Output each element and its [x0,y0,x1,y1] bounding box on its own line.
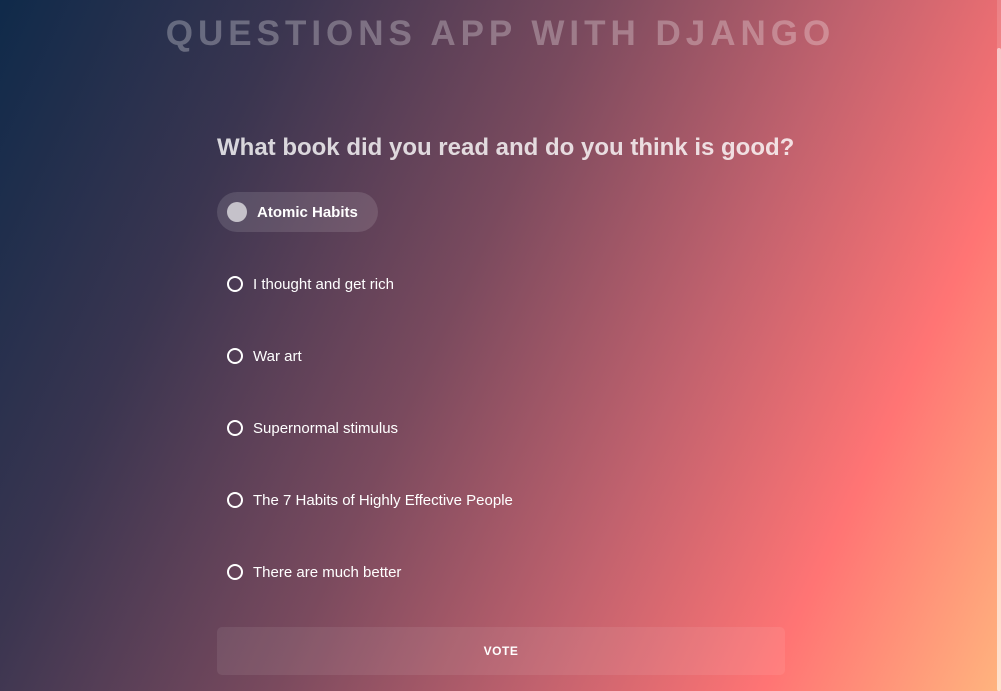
app-title: QUESTIONS APP WITH DJANGO [165,14,836,53]
vote-button[interactable]: VOTE [217,627,785,675]
choice-item-7-habits[interactable]: The 7 Habits of Highly Effective People [217,480,785,520]
choice-pill[interactable]: Atomic Habits [217,192,378,232]
choice-pill[interactable]: War art [217,336,322,376]
choice-pill[interactable]: The 7 Habits of Highly Effective People [217,480,533,520]
poll-card: What book did you read and do you think … [217,130,795,624]
choice-item-there-are-much-better[interactable]: There are much better [217,552,785,592]
choice-item-war-art[interactable]: War art [217,336,785,376]
radio-empty-icon[interactable] [227,276,243,292]
scrollbar-track[interactable] [997,0,1001,691]
choice-list: Atomic Habits I thought and get rich War… [217,192,785,592]
scrollbar-thumb[interactable] [997,48,1001,691]
choice-pill[interactable]: I thought and get rich [217,264,414,304]
choice-label: War art [253,347,302,365]
radio-empty-icon[interactable] [227,348,243,364]
radio-empty-icon[interactable] [227,564,243,580]
choice-label: The 7 Habits of Highly Effective People [253,491,513,509]
choice-pill[interactable]: Supernormal stimulus [217,408,418,448]
choice-label: I thought and get rich [253,275,394,293]
choice-label: Atomic Habits [257,203,358,221]
radio-empty-icon[interactable] [227,420,243,436]
radio-filled-icon[interactable] [227,202,247,222]
choice-item-i-thought-and-get-rich[interactable]: I thought and get rich [217,264,785,304]
poll-question: What book did you read and do you think … [217,134,795,161]
choice-item-atomic-habits[interactable]: Atomic Habits [217,192,785,232]
choice-item-supernormal-stimulus[interactable]: Supernormal stimulus [217,408,785,448]
radio-empty-icon[interactable] [227,492,243,508]
choice-label: Supernormal stimulus [253,419,399,437]
choice-pill[interactable]: There are much better [217,552,421,592]
choice-label: There are much better [253,563,402,581]
